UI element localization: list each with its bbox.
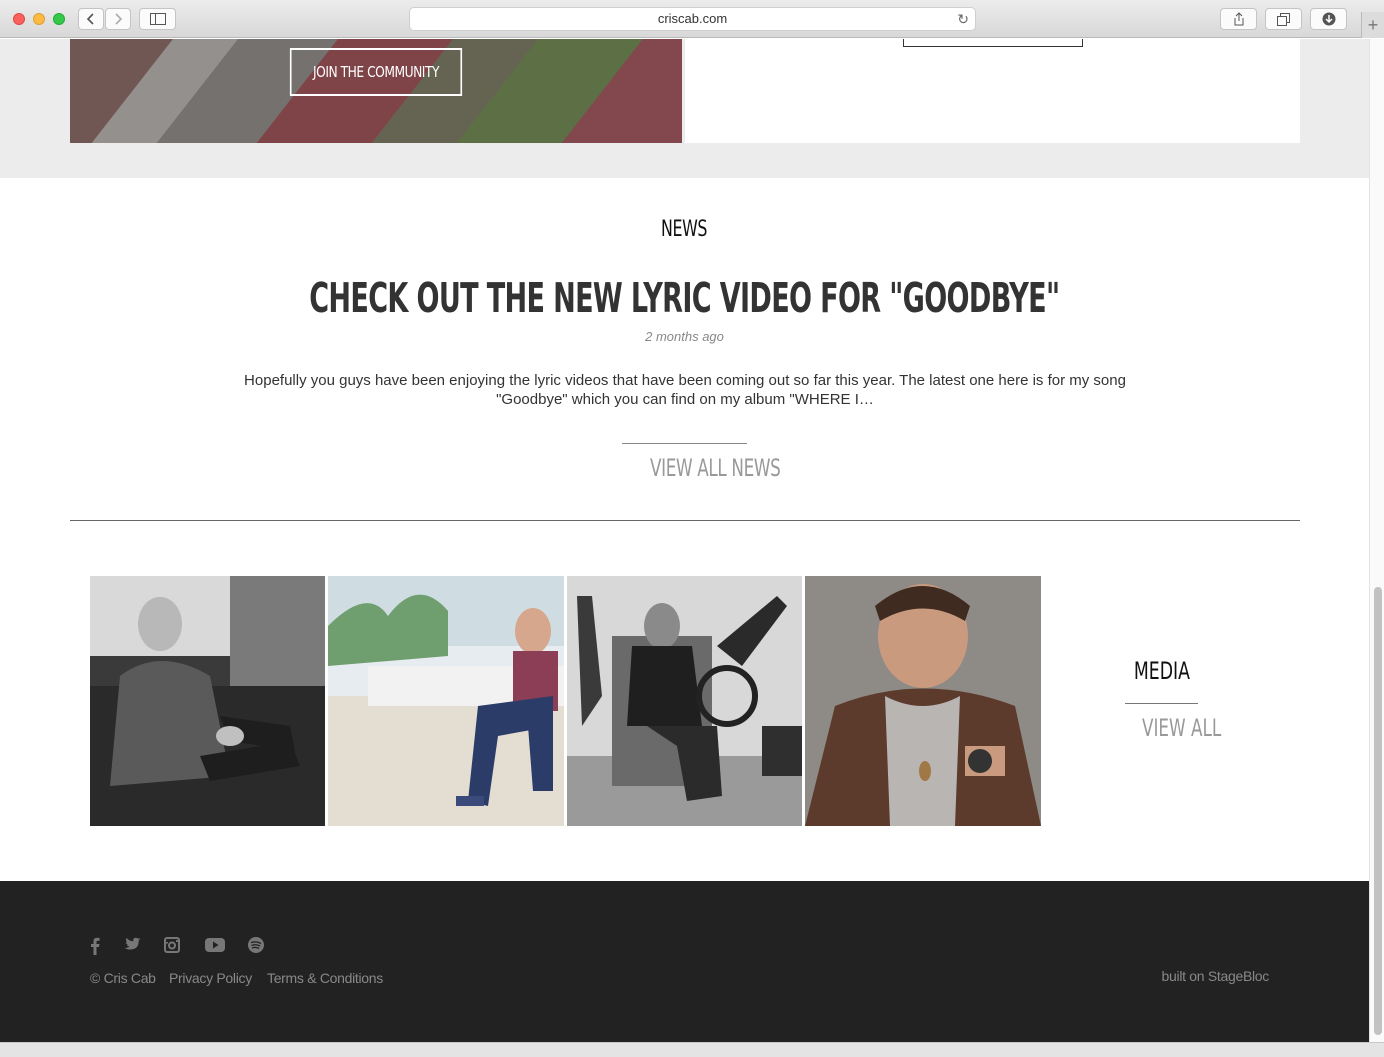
news-headline-text[interactable]: CHECK OUT THE NEW LYRIC VIDEO FOR "GOODB… — [309, 274, 1060, 322]
sidebar-icon — [149, 13, 166, 25]
youtube-icon[interactable] — [205, 937, 225, 958]
new-tab-button[interactable]: + — [1361, 12, 1384, 38]
built-on-stagebloc-link[interactable]: built on StageBloc — [1162, 968, 1270, 984]
terms-conditions-link[interactable]: Terms & Conditions — [267, 970, 383, 986]
media-photo-1[interactable] — [90, 576, 325, 826]
sidebar-toggle-button[interactable] — [139, 8, 176, 30]
close-window-button[interactable] — [13, 13, 25, 25]
join-community-button[interactable]: JOIN THE COMMUNITY — [289, 48, 463, 96]
back-button[interactable] — [78, 8, 104, 30]
page-viewport: JOIN THE COMMUNITY NEWS CHECK OUT THE NE… — [0, 39, 1369, 1042]
media-photo-2[interactable] — [328, 576, 564, 826]
chevron-left-icon — [86, 13, 94, 25]
share-button[interactable] — [1220, 8, 1257, 30]
copyright-text: © Cris Cab — [90, 970, 156, 986]
tabs-overview-button[interactable] — [1265, 8, 1302, 30]
twitter-icon[interactable] — [123, 937, 141, 958]
reload-icon[interactable]: ↻ — [957, 8, 969, 30]
download-icon — [1322, 12, 1335, 26]
news-excerpt: Hopefully you guys have been enjoying th… — [244, 372, 1126, 408]
site-footer: © Cris Cab Privacy Policy Terms & Condit… — [0, 881, 1369, 1042]
media-photo-3[interactable] — [567, 576, 802, 826]
scrollbar-thumb[interactable] — [1374, 587, 1382, 1035]
news-date: 2 months ago — [645, 329, 724, 344]
media-photo-4[interactable] — [805, 576, 1041, 826]
zoom-window-button[interactable] — [53, 13, 65, 25]
forward-button[interactable] — [105, 8, 131, 30]
media-title-text: MEDIA — [1133, 657, 1190, 685]
minimize-window-button[interactable] — [33, 13, 45, 25]
section-divider — [70, 520, 1300, 521]
facebook-icon[interactable] — [90, 937, 100, 960]
news-headline[interactable]: CHECK OUT THE NEW LYRIC VIDEO FOR "GOODB… — [0, 274, 1369, 322]
news-heading-text: NEWS — [661, 217, 708, 242]
view-all-media-link[interactable]: VIEW ALL — [1125, 703, 1221, 742]
browser-toolbar: criscab.com ↻ + — [0, 0, 1384, 38]
browser-status-bar — [0, 1042, 1384, 1057]
instagram-icon[interactable] — [164, 937, 180, 958]
media-section-title: MEDIA — [1110, 657, 1213, 685]
view-all-news-link[interactable]: VIEW ALL NEWS — [622, 443, 781, 482]
promo-button-partial[interactable] — [903, 39, 1083, 47]
privacy-policy-link[interactable]: Privacy Policy — [169, 970, 252, 986]
url-text: criscab.com — [657, 11, 728, 26]
address-bar[interactable]: criscab.com ↻ — [409, 7, 976, 31]
chevron-right-icon — [115, 13, 123, 25]
spotify-icon[interactable] — [248, 937, 264, 958]
community-promo-image: JOIN THE COMMUNITY — [70, 39, 682, 143]
vertical-scrollbar[interactable] — [1369, 39, 1384, 1042]
promo-panel-right — [685, 39, 1300, 143]
share-icon — [1234, 12, 1243, 26]
view-all-media-label[interactable]: VIEW ALL — [1142, 714, 1221, 742]
tabs-icon — [1277, 12, 1290, 26]
downloads-button[interactable] — [1310, 8, 1347, 30]
news-section-title: NEWS — [0, 217, 1369, 242]
view-all-news-label[interactable]: VIEW ALL NEWS — [650, 454, 781, 482]
promo-band: JOIN THE COMMUNITY — [0, 39, 1369, 178]
